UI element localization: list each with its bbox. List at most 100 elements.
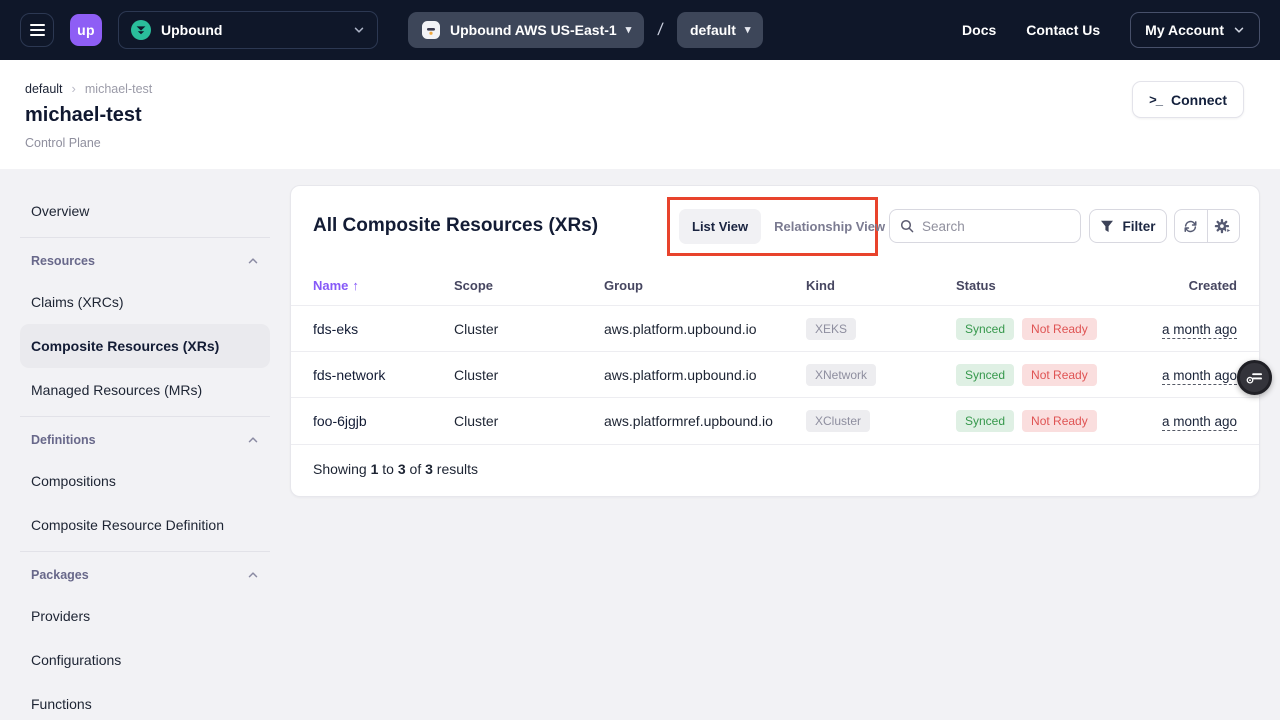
search-icon — [900, 219, 914, 233]
column-header-status[interactable]: Status — [956, 278, 1146, 293]
sidebar-divider — [20, 416, 270, 417]
sidebar-item-providers[interactable]: Providers — [20, 594, 270, 638]
filter-label: Filter — [1122, 219, 1155, 234]
control-plane-switcher[interactable]: Upbound AWS US-East-1 ▾ — [408, 12, 644, 48]
column-header-scope[interactable]: Scope — [454, 278, 604, 293]
sidebar-item-configurations[interactable]: Configurations — [20, 638, 270, 682]
column-header-group[interactable]: Group — [604, 278, 806, 293]
kind-badge: XCluster — [806, 410, 870, 432]
feedback-widget-button[interactable] — [1237, 360, 1272, 395]
cell-status: SyncedNot Ready — [956, 364, 1146, 386]
refresh-icon — [1183, 219, 1198, 234]
kind-badge: XEKS — [806, 318, 856, 340]
sidebar-item-overview[interactable]: Overview — [20, 189, 270, 233]
group-switcher[interactable]: default ▾ — [677, 12, 763, 48]
control-plane-icon — [421, 20, 441, 40]
cell-group: aws.platform.upbound.io — [604, 321, 806, 337]
sidebar-divider — [20, 551, 270, 552]
cell-kind: XCluster — [806, 410, 956, 432]
refresh-controls — [1174, 209, 1240, 243]
panel-title: All Composite Resources (XRs) — [313, 215, 598, 237]
table-row: fds-eksClusteraws.platform.upbound.ioXEK… — [291, 306, 1259, 352]
menu-button[interactable] — [20, 13, 54, 47]
results-summary-part: 3 — [398, 461, 406, 477]
tab-relationship-view[interactable]: Relationship View — [761, 209, 898, 244]
cell-name[interactable]: foo-6jgjb — [313, 413, 454, 429]
page-subtitle: Control Plane — [25, 136, 1280, 150]
sidebar-section-resources[interactable]: Resources — [20, 242, 270, 280]
breadcrumb-current: michael-test — [85, 82, 152, 96]
nav-link-contact-us[interactable]: Contact Us — [1026, 22, 1100, 38]
sort-ascending-icon: ↑ — [352, 278, 359, 293]
sidebar-section-definitions[interactable]: Definitions — [20, 421, 270, 459]
cell-kind: XNetwork — [806, 364, 956, 386]
nav-link-docs[interactable]: Docs — [962, 22, 996, 38]
upbound-logo[interactable]: up — [70, 14, 102, 46]
cell-scope: Cluster — [454, 321, 604, 337]
results-summary-part: 3 — [425, 461, 433, 477]
table-body: fds-eksClusteraws.platform.upbound.ioXEK… — [291, 306, 1259, 444]
sidebar-item-claims-xrcs[interactable]: Claims (XRCs) — [20, 280, 270, 324]
group-switcher-label: default — [690, 22, 736, 38]
hamburger-icon — [30, 24, 45, 26]
connect-button[interactable]: >_ Connect — [1132, 81, 1244, 118]
my-account-button[interactable]: My Account — [1130, 12, 1260, 48]
results-summary: Showing 1 to 3 of 3 results — [291, 444, 1259, 496]
column-header-created[interactable]: Created — [1146, 278, 1237, 293]
cell-scope: Cluster — [454, 413, 604, 429]
chevron-down-icon — [353, 24, 365, 36]
cell-name[interactable]: fds-eks — [313, 321, 454, 337]
created-tooltip-link[interactable]: a month ago — [1162, 322, 1237, 339]
results-summary-part: to — [378, 461, 397, 477]
breadcrumb-parent[interactable]: default — [25, 82, 63, 96]
sidebar-section-label: Resources — [31, 254, 95, 268]
results-summary-part: of — [406, 461, 425, 477]
results-summary-part: Showing — [313, 461, 371, 477]
kind-badge: XNetwork — [806, 364, 876, 386]
cell-group: aws.platform.upbound.io — [604, 367, 806, 383]
annotation-highlight-box: List ViewRelationship View — [667, 197, 878, 256]
status-badge-not-ready: Not Ready — [1022, 364, 1097, 386]
cell-created: a month ago — [1146, 367, 1237, 383]
table-row: fds-networkClusteraws.platform.upbound.i… — [291, 352, 1259, 398]
sidebar-item-functions[interactable]: Functions — [20, 682, 270, 720]
tab-list-view[interactable]: List View — [679, 209, 761, 244]
path-separator: / — [657, 20, 665, 40]
column-header-name[interactable]: Name ↑ — [313, 278, 454, 293]
column-header-kind[interactable]: Kind — [806, 278, 956, 293]
top-navbar: up Upbound Upbound AWS US-East-1 ▾ / def… — [0, 0, 1280, 60]
sidebar-section-packages[interactable]: Packages — [20, 556, 270, 594]
search-box — [889, 209, 1081, 243]
funnel-icon — [1100, 220, 1114, 233]
nav-links: Docs Contact Us — [962, 22, 1130, 38]
cell-created: a month ago — [1146, 321, 1237, 337]
created-tooltip-link[interactable]: a month ago — [1162, 368, 1237, 385]
cell-scope: Cluster — [454, 367, 604, 383]
column-header-label: Name — [313, 278, 348, 293]
filter-button[interactable]: Filter — [1089, 209, 1167, 243]
status-badge-not-ready: Not Ready — [1022, 410, 1097, 432]
search-input[interactable] — [922, 219, 1070, 234]
cell-group: aws.platformref.upbound.io — [604, 413, 806, 429]
created-tooltip-link[interactable]: a month ago — [1162, 414, 1237, 431]
cell-status: SyncedNot Ready — [956, 318, 1146, 340]
cell-created: a month ago — [1146, 413, 1237, 429]
sidebar-item-managed-resources-mrs[interactable]: Managed Resources (MRs) — [20, 368, 270, 412]
column-header-label: Group — [604, 278, 643, 293]
org-switcher-dropdown[interactable]: Upbound — [118, 11, 378, 49]
refresh-button[interactable] — [1175, 210, 1207, 242]
gear-play-icon — [1214, 218, 1233, 235]
cell-status: SyncedNot Ready — [956, 410, 1146, 432]
cell-name[interactable]: fds-network — [313, 367, 454, 383]
panel-header: All Composite Resources (XRs) List ViewR… — [291, 186, 1259, 266]
page-title: michael-test — [25, 104, 1280, 127]
auto-refresh-settings-button[interactable] — [1207, 210, 1239, 242]
page-header: default › michael-test michael-test Cont… — [0, 60, 1280, 169]
sidebar-item-compositions[interactable]: Compositions — [20, 459, 270, 503]
sidebar-item-composite-resource-definition[interactable]: Composite Resource Definition — [20, 503, 270, 547]
chevron-down-icon — [1233, 24, 1245, 36]
results-summary-part: results — [433, 461, 478, 477]
sidebar-item-composite-resources-xrs[interactable]: Composite Resources (XRs) — [20, 324, 270, 368]
sidebar-section-label: Packages — [31, 568, 89, 582]
column-header-label: Status — [956, 278, 996, 293]
